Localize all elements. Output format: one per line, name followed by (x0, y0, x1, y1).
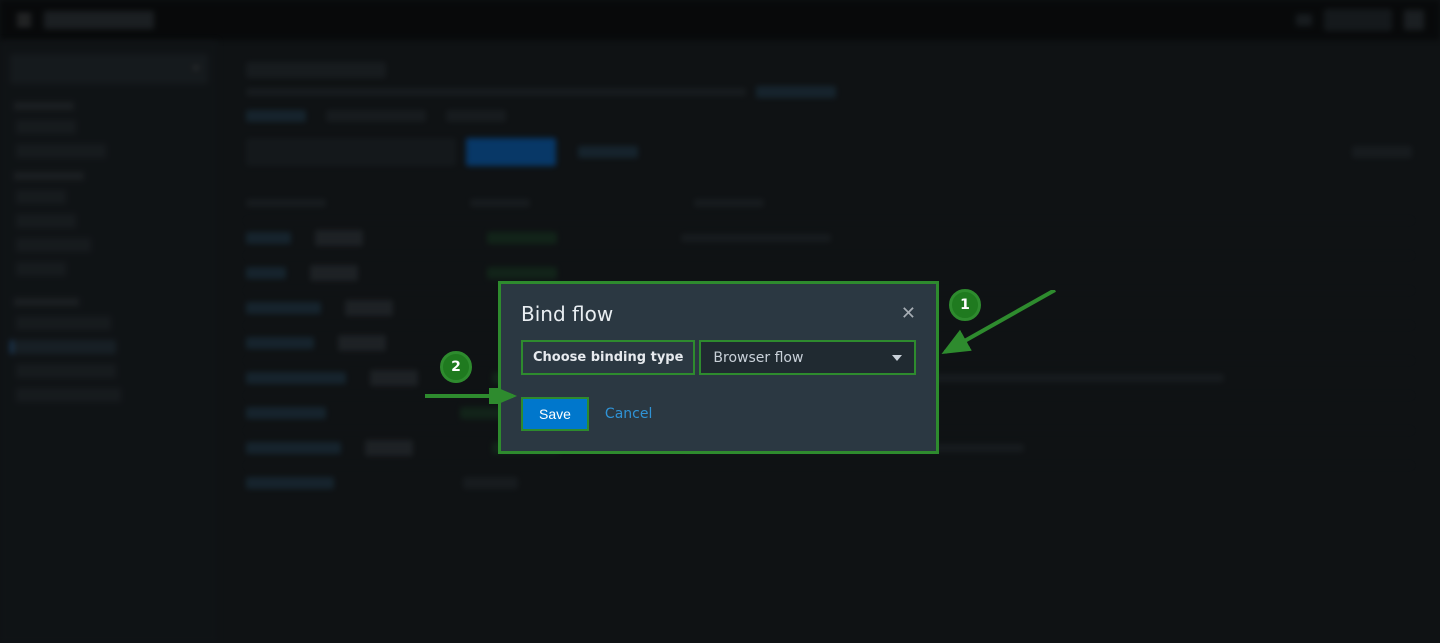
badge (338, 335, 386, 351)
sidebar (0, 40, 218, 643)
sidebar-item[interactable] (16, 120, 76, 134)
close-icon[interactable]: ✕ (901, 305, 916, 323)
binding-type-select[interactable]: Browser flow (699, 340, 916, 375)
cell (681, 234, 831, 242)
badge (345, 300, 393, 316)
topbar (0, 0, 1440, 40)
badge (370, 370, 418, 386)
callout-2: 2 (440, 351, 472, 383)
sidebar-item[interactable] (16, 190, 66, 204)
table-row[interactable] (246, 220, 1412, 255)
avatar[interactable] (1404, 10, 1424, 30)
page-link[interactable] (756, 86, 836, 98)
binding-type-label: Choose binding type (521, 340, 695, 375)
save-button[interactable]: Save (521, 397, 589, 431)
link[interactable] (578, 146, 638, 158)
cell-link[interactable] (246, 302, 321, 314)
cell (463, 477, 518, 489)
page-desc (246, 88, 746, 96)
tab[interactable] (246, 110, 306, 122)
search-input[interactable] (246, 138, 456, 166)
sidebar-item[interactable] (16, 144, 106, 158)
status-badge (487, 267, 557, 279)
bind-flow-modal: Bind flow ✕ Choose binding type Browser … (498, 281, 939, 454)
sidebar-item[interactable] (16, 316, 111, 330)
cell-link[interactable] (246, 442, 341, 454)
badge (310, 265, 358, 281)
table-header-row (246, 186, 1412, 220)
cell-link[interactable] (246, 337, 314, 349)
modal-title: Bind flow (521, 302, 613, 326)
sidebar-section (14, 298, 79, 306)
cell-link[interactable] (246, 407, 326, 419)
select-value: Browser flow (713, 350, 803, 366)
cancel-button[interactable]: Cancel (605, 406, 652, 422)
help-icon[interactable] (1296, 14, 1312, 26)
cell-link[interactable] (246, 267, 286, 279)
primary-button[interactable] (466, 138, 556, 166)
status-badge (487, 232, 557, 244)
col-header (246, 199, 326, 207)
tab[interactable] (446, 110, 506, 122)
cell-link[interactable] (246, 477, 334, 489)
cell-link[interactable] (246, 372, 346, 384)
brand-logo (44, 11, 154, 29)
user-menu[interactable] (1324, 9, 1392, 31)
col-header (470, 199, 530, 207)
sidebar-item[interactable] (16, 388, 121, 402)
badge (315, 230, 363, 246)
tab[interactable] (326, 110, 426, 122)
badge (365, 440, 413, 456)
sidebar-section (14, 102, 74, 110)
sidebar-item[interactable] (16, 364, 116, 378)
sidebar-item[interactable] (16, 238, 91, 252)
sidebar-item[interactable] (16, 262, 66, 276)
page-title (246, 62, 386, 78)
callout-1: 1 (949, 289, 981, 321)
hamburger-icon[interactable] (16, 12, 32, 28)
col-header (694, 199, 764, 207)
sidebar-item-active[interactable] (10, 340, 116, 354)
sidebar-item[interactable] (16, 214, 76, 228)
chevron-down-icon (892, 355, 902, 361)
realm-selector[interactable] (10, 54, 208, 84)
pager[interactable] (1352, 146, 1412, 158)
cell-link[interactable] (246, 232, 291, 244)
sidebar-section (14, 172, 84, 180)
table-row[interactable] (246, 465, 1412, 500)
